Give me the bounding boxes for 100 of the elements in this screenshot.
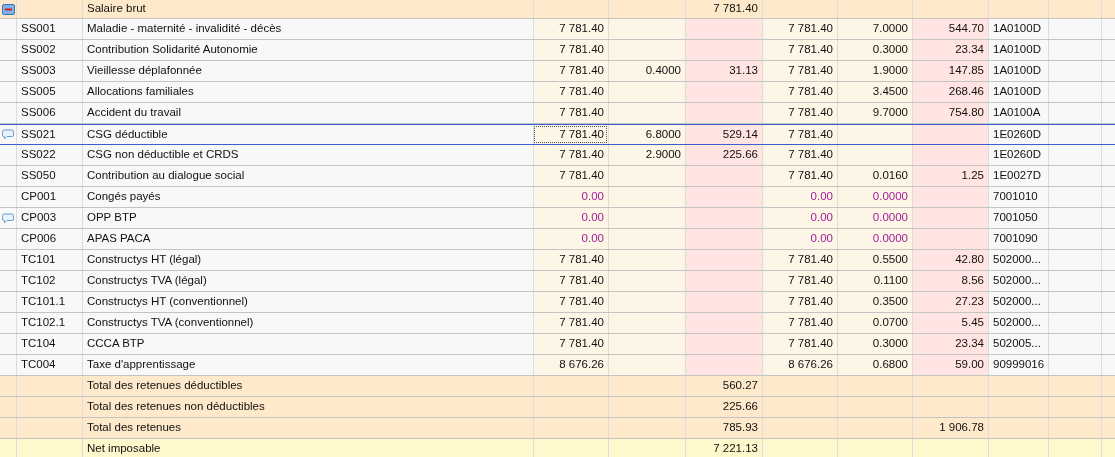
table-cell bbox=[0, 82, 16, 102]
table-row[interactable]: TC102 Constructys TVA (légal) 7 781.40 7 781.40 0.1100 8.56 502000... bbox=[0, 271, 1115, 292]
table-cell: TC102.1 bbox=[16, 313, 82, 333]
table-cell: 0.3000 bbox=[837, 40, 912, 60]
table-cell: CSG non déductible et CRDS bbox=[82, 145, 533, 165]
table-cell: 0.00 bbox=[762, 187, 837, 207]
table-cell bbox=[1101, 187, 1115, 207]
table-cell: 8.56 bbox=[912, 271, 988, 291]
table-cell: 7 781.40 bbox=[533, 145, 608, 165]
table-cell: SS001 bbox=[16, 19, 82, 39]
table-cell: 560.27 bbox=[685, 376, 762, 396]
table-cell bbox=[1048, 355, 1101, 375]
table-cell: 2.9000 bbox=[608, 145, 685, 165]
table-cell: CP006 bbox=[16, 229, 82, 249]
table-cell bbox=[1101, 250, 1115, 270]
table-cell bbox=[1048, 292, 1101, 312]
table-cell: 7 781.40 bbox=[533, 125, 608, 144]
table-row[interactable]: SS050 Contribution au dialogue social 7 781.40 7 781.40 0.0160 1.25 1E0027D bbox=[0, 166, 1115, 187]
table-cell: Salaire brut bbox=[82, 0, 533, 18]
table-row[interactable]: CP003 OPP BTP 0.00 0.00 0.0000 7001050 bbox=[0, 208, 1115, 229]
table-cell bbox=[988, 439, 1048, 457]
table-cell: 1.9000 bbox=[837, 61, 912, 81]
table-row[interactable]: SS022 CSG non déductible et CRDS 7 781.40 2.9000 225.66 7 781.40 1E0260D bbox=[0, 145, 1115, 166]
table-cell bbox=[1048, 82, 1101, 102]
table-cell: Congés payés bbox=[82, 187, 533, 207]
table-cell bbox=[1048, 61, 1101, 81]
table-cell: 7 781.40 bbox=[762, 313, 837, 333]
table-cell: CP003 bbox=[16, 208, 82, 228]
table-cell bbox=[1101, 292, 1115, 312]
table-cell: 0.0000 bbox=[837, 229, 912, 249]
table-cell: SS005 bbox=[16, 82, 82, 102]
table-row[interactable]: Salaire brut 7 781.40 bbox=[0, 0, 1115, 19]
table-cell: 1A0100D bbox=[988, 82, 1048, 102]
table-cell bbox=[16, 439, 82, 457]
table-cell bbox=[0, 145, 16, 165]
table-cell: Accident du travail bbox=[82, 103, 533, 123]
table-cell: 6.8000 bbox=[608, 125, 685, 144]
table-cell bbox=[0, 61, 16, 81]
table-row[interactable]: Total des retenues 785.93 1 906.78 bbox=[0, 418, 1115, 439]
table-cell bbox=[1101, 334, 1115, 354]
table-cell bbox=[0, 439, 16, 457]
table-cell: 7 781.40 bbox=[762, 103, 837, 123]
comment-icon bbox=[2, 212, 14, 224]
table-cell: Allocations familiales bbox=[82, 82, 533, 102]
table-cell bbox=[0, 355, 16, 375]
table-cell: Contribution au dialogue social bbox=[82, 166, 533, 186]
table-cell bbox=[1048, 313, 1101, 333]
table-row[interactable]: TC104 CCCA BTP 7 781.40 7 781.40 0.3000 23.34 502005... bbox=[0, 334, 1115, 355]
table-cell: CSG déductible bbox=[82, 125, 533, 144]
table-cell: 0.3500 bbox=[837, 292, 912, 312]
table-cell bbox=[1101, 61, 1115, 81]
table-cell: 7 781.40 bbox=[762, 19, 837, 39]
table-row[interactable]: CP001 Congés payés 0.00 0.00 0.0000 7001010 bbox=[0, 187, 1115, 208]
table-cell bbox=[1048, 439, 1101, 457]
table-cell bbox=[1101, 229, 1115, 249]
table-cell: 1.25 bbox=[912, 166, 988, 186]
table-cell bbox=[0, 397, 16, 417]
table-cell: 90999016 bbox=[988, 355, 1048, 375]
table-row[interactable]: SS006 Accident du travail 7 781.40 7 781.40 9.7000 754.80 1A0100A bbox=[0, 103, 1115, 124]
table-cell: 1A0100D bbox=[988, 40, 1048, 60]
table-cell: 502000... bbox=[988, 292, 1048, 312]
table-row[interactable]: Total des retenues non déductibles 225.66 bbox=[0, 397, 1115, 418]
table-row[interactable]: Net imposable 7 221.13 bbox=[0, 439, 1115, 457]
table-row[interactable]: TC004 Taxe d'apprentissage 8 676.26 8 676.26 0.6800 59.00 90999016 bbox=[0, 355, 1115, 376]
table-cell: Constructys HT (conventionnel) bbox=[82, 292, 533, 312]
table-cell: 544.70 bbox=[912, 19, 988, 39]
table-row[interactable]: TC102.1 Constructys TVA (conventionnel) 7 781.40 7 781.40 0.0700 5.45 502000... bbox=[0, 313, 1115, 334]
table-cell: 502005... bbox=[988, 334, 1048, 354]
table-cell bbox=[1101, 376, 1115, 396]
table-cell: 7 781.40 bbox=[533, 19, 608, 39]
table-cell: 225.66 bbox=[685, 397, 762, 417]
table-cell: 502000... bbox=[988, 271, 1048, 291]
table-cell: 42.80 bbox=[912, 250, 988, 270]
table-row[interactable]: TC101 Constructys HT (légal) 7 781.40 7 781.40 0.5500 42.80 502000... bbox=[0, 250, 1115, 271]
table-row[interactable]: SS005 Allocations familiales 7 781.40 7 781.40 3.4500 268.46 1A0100D bbox=[0, 82, 1115, 103]
table-cell bbox=[1101, 82, 1115, 102]
table-row[interactable]: Total des retenues déductibles 560.27 bbox=[0, 376, 1115, 397]
table-cell: 0.00 bbox=[533, 187, 608, 207]
table-row[interactable]: TC101.1 Constructys HT (conventionnel) 7 781.40 7 781.40 0.3500 27.23 502000... bbox=[0, 292, 1115, 313]
table-cell: SS003 bbox=[16, 61, 82, 81]
table-cell: 7 781.40 bbox=[762, 125, 837, 144]
table-cell: OPP BTP bbox=[82, 208, 533, 228]
table-row[interactable]: SS021 CSG déductible 7 781.40 6.8000 529.14 7 781.40 1E0260D bbox=[0, 124, 1115, 145]
table-cell: 0.0700 bbox=[837, 313, 912, 333]
table-cell bbox=[1048, 19, 1101, 39]
table-row[interactable]: CP006 APAS PACA 0.00 0.00 0.0000 7001090 bbox=[0, 229, 1115, 250]
table-row[interactable]: SS001 Maladie - maternité - invalidité - décès 7 781.40 7 781.40 7.0000 544.70 1A0100D bbox=[0, 19, 1115, 40]
table-cell: 1A0100D bbox=[988, 61, 1048, 81]
table-cell: 0.1100 bbox=[837, 271, 912, 291]
table-cell bbox=[0, 292, 16, 312]
table-cell: Total des retenues non déductibles bbox=[82, 397, 533, 417]
table-row[interactable]: SS002 Contribution Solidarité Autonomie 7 781.40 7 781.40 0.3000 23.34 1A0100D bbox=[0, 40, 1115, 61]
table-row[interactable]: SS003 Vieillesse déplafonnée 7 781.40 0.4000 31.13 7 781.40 1.9000 147.85 1A0100D bbox=[0, 61, 1115, 82]
table-cell: Contribution Solidarité Autonomie bbox=[82, 40, 533, 60]
table-cell: TC101 bbox=[16, 250, 82, 270]
table-cell bbox=[1048, 397, 1101, 417]
table-cell: 1E0260D bbox=[988, 125, 1048, 144]
table-cell: 268.46 bbox=[912, 82, 988, 102]
table-cell: 147.85 bbox=[912, 61, 988, 81]
table-cell: 0.6800 bbox=[837, 355, 912, 375]
